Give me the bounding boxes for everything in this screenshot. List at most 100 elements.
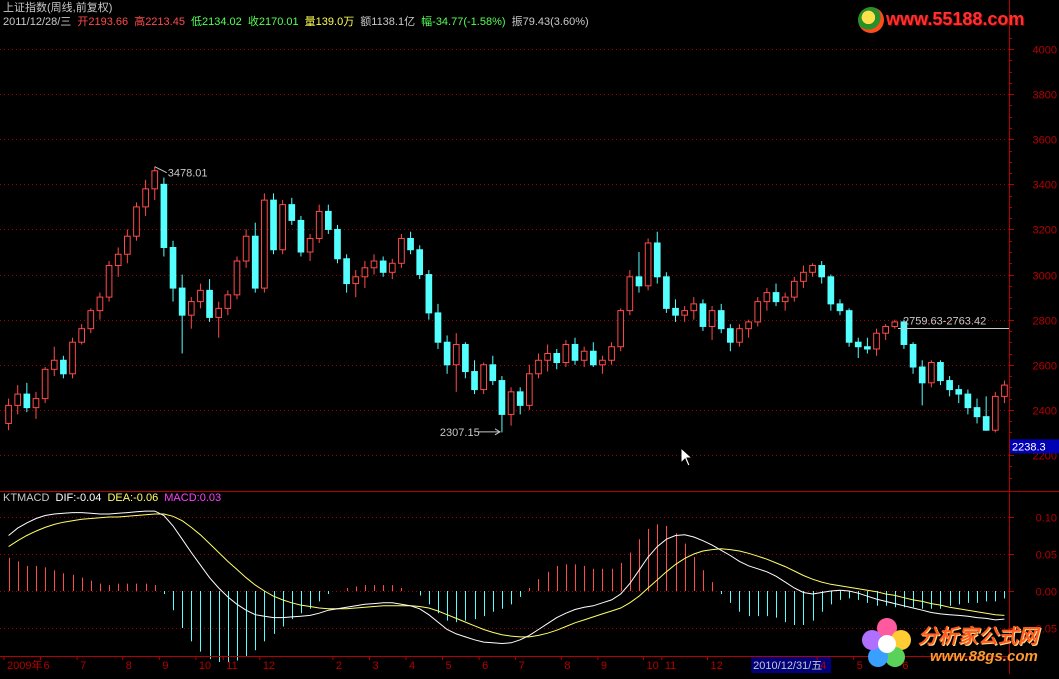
candle-body: [352, 276, 360, 285]
candle-body: [124, 235, 131, 255]
candle-body: [727, 328, 734, 343]
candle-body: [1001, 384, 1008, 397]
candle-body: [553, 353, 561, 364]
dif-value: -0.04: [76, 492, 102, 504]
x-tick-label: 9: [162, 660, 168, 672]
macd-indicator-name[interactable]: KTMACD: [3, 492, 49, 504]
candle: [736, 324, 743, 347]
candle-body: [937, 362, 944, 382]
candle-body: [736, 328, 743, 343]
candle-body: [407, 237, 414, 251]
high-marker-label: 3478.01: [168, 168, 208, 180]
close-value: 2170.01: [258, 16, 299, 28]
open-label: 开: [77, 16, 89, 28]
candle: [434, 303, 442, 349]
candle-body: [681, 310, 688, 316]
macd-label: MACD:: [164, 492, 200, 504]
candle: [370, 254, 378, 275]
x-tick-label: 5: [446, 660, 452, 672]
candle-body: [708, 310, 716, 327]
candle: [462, 342, 469, 379]
candle-body: [325, 210, 332, 230]
candle-body: [379, 260, 387, 273]
candle-body: [398, 237, 405, 264]
candle-body: [644, 242, 652, 287]
amount-label: 额: [360, 16, 372, 28]
candle-body: [142, 188, 149, 208]
watermark-site-name: 分析家公式网: [918, 624, 1038, 648]
candle: [562, 339, 570, 368]
candle: [352, 270, 360, 298]
candle: [928, 360, 935, 388]
macd-tick-label: 0.10: [1036, 513, 1057, 525]
candle: [315, 204, 323, 243]
watermark-site-url: www.88gs.com: [930, 648, 1038, 665]
macd-readout: KTMACD DIF:-0.04 DEA:-0.06 MACD:0.03: [3, 492, 224, 504]
candle-body: [544, 353, 551, 361]
macd-tick-label: 0.00: [1036, 587, 1057, 599]
candle-body: [854, 341, 862, 348]
candle: [133, 202, 140, 241]
candle: [343, 254, 350, 293]
candle-body: [41, 368, 49, 400]
candle-body: [315, 210, 323, 239]
candle: [991, 391, 999, 433]
candle-body: [663, 276, 670, 309]
candle-body: [452, 343, 460, 366]
price-tick-label: 3800: [1033, 90, 1057, 102]
candle-body: [197, 289, 204, 303]
macd-value: 0.03: [199, 492, 222, 504]
candle-body: [334, 228, 341, 260]
candle-body: [836, 303, 844, 312]
x-tick-label: 2: [336, 660, 342, 672]
candle: [845, 308, 853, 347]
low-marker-label: 2307.15: [440, 427, 480, 439]
candle: [178, 274, 186, 354]
x-tick-label: 2010/12/31/五: [753, 660, 822, 672]
candle: [251, 222, 259, 293]
candle: [114, 247, 122, 277]
candle-body: [160, 183, 168, 248]
chart-canvas[interactable]: 4000380036003400320030002800260024002200…: [0, 0, 1059, 674]
candle: [644, 238, 652, 291]
candle: [334, 224, 341, 264]
price-tick-label: 3400: [1033, 180, 1057, 192]
x-tick-label: 8: [126, 660, 132, 672]
candle: [14, 385, 22, 415]
candle: [124, 229, 131, 264]
candle-body: [699, 303, 707, 327]
watermark-88gs: 分析家公式网 www.88gs.com: [858, 612, 1058, 672]
candle: [5, 398, 12, 431]
candle-body: [955, 389, 963, 395]
candle-body: [772, 292, 780, 303]
price-tick-label: 4000: [1033, 45, 1057, 57]
candle: [653, 231, 661, 284]
candle-body: [50, 359, 58, 370]
candle-body: [443, 341, 451, 366]
chart-window[interactable]: 4000 3800 3600 3400 3200 3000 2800 2600 2400 2200…: [0, 0, 1059, 674]
candle: [233, 256, 241, 300]
macd-series: [8, 510, 1005, 663]
candle-body: [690, 303, 698, 312]
candle: [388, 258, 396, 280]
candle: [443, 335, 451, 374]
candle-body: [626, 276, 634, 312]
candle-body: [928, 362, 935, 384]
candle-body: [991, 395, 999, 431]
candle: [489, 355, 497, 386]
candle: [937, 360, 944, 386]
candle: [699, 299, 707, 331]
candle: [909, 342, 917, 374]
flower-logo-icon: [862, 618, 911, 667]
candle: [206, 279, 213, 322]
mouse-cursor-icon: [680, 447, 694, 467]
candle-body: [32, 398, 40, 409]
candle: [809, 263, 816, 277]
candle-body: [151, 170, 159, 190]
candle-body: [434, 312, 442, 343]
price-tick-label: 2400: [1033, 406, 1057, 418]
amount-value: 1138.1亿: [371, 16, 416, 28]
candle-body: [717, 310, 725, 330]
candle: [224, 290, 232, 316]
candle-body: [790, 280, 798, 298]
